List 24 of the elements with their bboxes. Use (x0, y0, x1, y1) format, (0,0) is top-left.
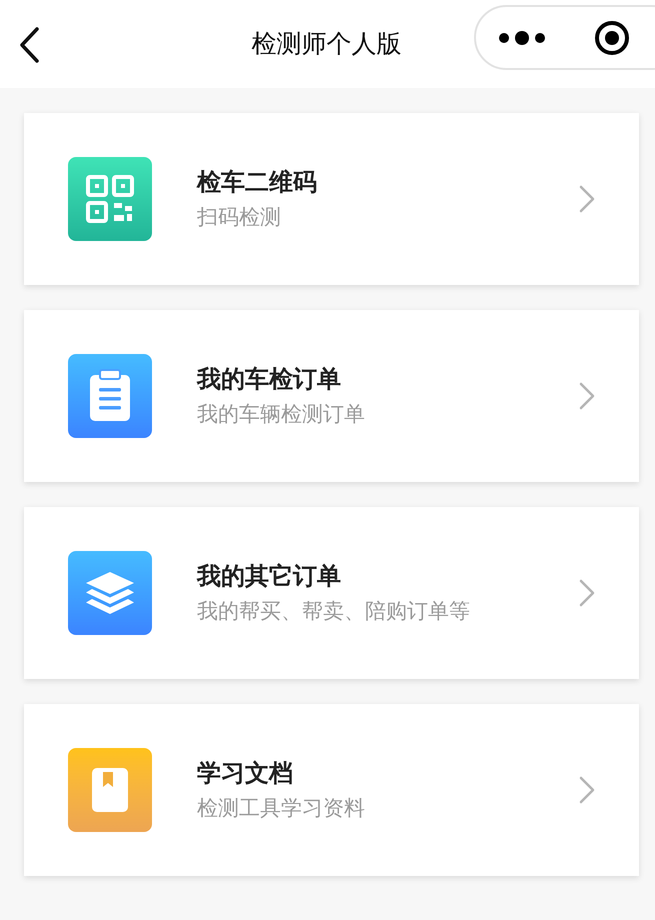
clipboard-icon (68, 354, 152, 438)
close-target-icon[interactable] (594, 20, 630, 56)
layers-icon (68, 551, 152, 635)
chevron-right-icon (579, 776, 595, 804)
menu-card[interactable]: 检车二维码 扫码检测 (24, 113, 639, 285)
card-subtitle: 扫码检测 (197, 204, 282, 231)
card-subtitle: 检测工具学习资料 (197, 795, 366, 822)
back-icon[interactable] (18, 26, 40, 64)
card-subtitle: 我的帮买、帮卖、陪购订单等 (197, 598, 471, 625)
card-title: 我的车检订单 (197, 364, 342, 395)
card-title: 检车二维码 (197, 167, 318, 198)
chevron-right-icon (579, 579, 595, 607)
chevron-right-icon (579, 185, 595, 213)
menu-card[interactable]: 学习文档 检测工具学习资料 (24, 704, 639, 876)
qr-code-icon (68, 157, 152, 241)
card-title: 我的其它订单 (197, 561, 342, 592)
card-subtitle: 我的车辆检测订单 (197, 401, 366, 428)
menu-card[interactable]: 我的车检订单 我的车辆检测订单 (24, 310, 639, 482)
card-title: 学习文档 (197, 758, 294, 789)
page-title: 检测师个人版 (252, 28, 402, 60)
book-icon (68, 748, 152, 832)
more-icon[interactable] (498, 30, 546, 46)
chevron-right-icon (579, 382, 595, 410)
menu-card[interactable]: 我的其它订单 我的帮买、帮卖、陪购订单等 (24, 507, 639, 679)
